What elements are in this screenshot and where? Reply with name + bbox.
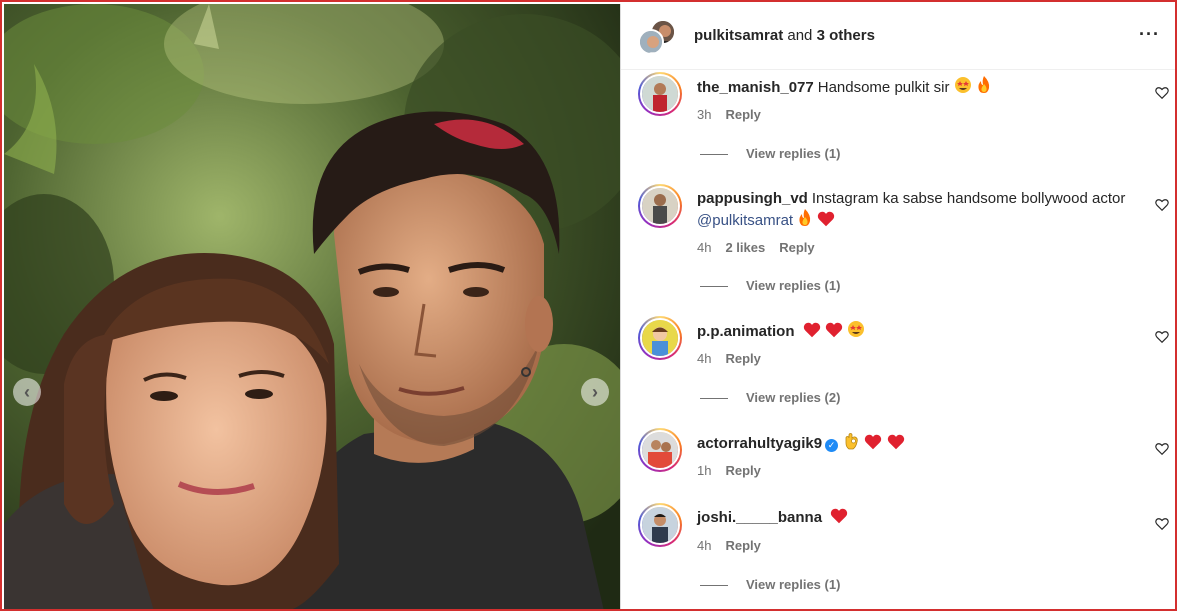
chevron-right-icon: › (592, 381, 598, 402)
comment-body: pappusingh_vd Instagram ka sabse handsome… (697, 188, 1142, 233)
fire-emoji (976, 76, 992, 100)
comments-panel: pulkitsamrat and 3 others ··· the_manish… (620, 4, 1175, 609)
comment-body: p.p.animation (697, 320, 1142, 344)
red-heart-emoji (830, 508, 848, 530)
view-replies-button[interactable]: View replies (1) (700, 146, 840, 161)
avatar (638, 29, 664, 55)
like-heart-icon[interactable] (1155, 442, 1169, 456)
comment-meta: 3h Reply (697, 107, 775, 122)
fire-emoji (797, 209, 813, 233)
comment-meta: 4h Reply (697, 538, 775, 553)
previous-photo-button[interactable]: ‹ (13, 378, 41, 406)
comment-time: 3h (697, 107, 712, 122)
avatar[interactable] (638, 184, 682, 228)
next-photo-button[interactable]: › (581, 378, 609, 406)
author-username[interactable]: pulkitsamrat (694, 27, 783, 44)
avatar[interactable] (638, 316, 682, 360)
chevron-left-icon: ‹ (24, 381, 30, 402)
divider-line (700, 585, 728, 587)
avatar[interactable] (638, 428, 682, 472)
red-heart-emoji (817, 211, 835, 233)
post-header: pulkitsamrat and 3 others ··· (621, 4, 1175, 70)
view-replies-label: View replies (2) (746, 390, 841, 405)
red-heart-emoji (864, 434, 882, 456)
comment-time: 4h (697, 240, 712, 255)
like-heart-icon[interactable] (1155, 86, 1169, 100)
like-heart-icon[interactable] (1155, 330, 1169, 344)
reply-button[interactable]: Reply (725, 538, 760, 553)
collab-avatars[interactable] (638, 19, 678, 57)
like-heart-icon[interactable] (1155, 198, 1169, 212)
view-replies-label: View replies (1) (746, 146, 841, 161)
red-heart-emoji (825, 322, 843, 344)
star-struck-emoji (847, 320, 865, 344)
red-heart-emoji (887, 434, 905, 456)
author-connector: and (787, 27, 813, 44)
reply-button[interactable]: Reply (725, 107, 760, 122)
author-others[interactable]: 3 others (817, 27, 875, 44)
verified-badge-icon: ✓ (825, 439, 839, 452)
likes-count[interactable]: 2 likes (725, 240, 765, 255)
more-options-icon[interactable]: ··· (1139, 24, 1160, 45)
post-photo[interactable]: ‹ › (4, 4, 620, 609)
view-replies-button[interactable]: View replies (1) (700, 577, 840, 592)
comment-username[interactable]: joshi._____banna (697, 509, 822, 526)
comment-meta: 4h Reply (697, 351, 775, 366)
instagram-post-window: ‹ › pulkitsamrat and 3 others ··· the_ma… (0, 0, 1177, 611)
ok-hand-emoji (844, 432, 860, 456)
post-author-line: pulkitsamrat and 3 others (694, 27, 875, 44)
red-heart-emoji (803, 322, 821, 344)
divider-line (700, 286, 728, 288)
comment-body: actorrahultyagik9 ✓ (697, 432, 1142, 456)
comment-time: 4h (697, 538, 712, 553)
mention-link[interactable]: @pulkitsamrat (697, 212, 793, 229)
view-replies-button[interactable]: View replies (1) (700, 278, 840, 293)
view-replies-button[interactable]: View replies (2) (700, 390, 840, 405)
star-struck-emoji (954, 76, 972, 100)
view-replies-label: View replies (1) (746, 278, 841, 293)
comment-text: Instagram ka sabse handsome bollywood ac… (811, 190, 1126, 207)
comment-body: the_manish_077 Handsome pulkit sir (697, 76, 1142, 100)
like-heart-icon[interactable] (1155, 517, 1169, 531)
view-replies-label: View replies (1) (746, 577, 841, 592)
comment-meta: 4h 2 likes Reply (697, 240, 829, 255)
comment-meta: 1h Reply (697, 463, 775, 478)
comment-username[interactable]: p.p.animation (697, 323, 795, 340)
avatar[interactable] (638, 72, 682, 116)
comment-text: Handsome pulkit sir (817, 79, 950, 96)
comment-username[interactable]: actorrahultyagik9 (697, 435, 822, 452)
comment-body: joshi._____banna (697, 507, 1142, 530)
comment-time: 4h (697, 351, 712, 366)
comment-username[interactable]: pappusingh_vd (697, 190, 808, 207)
reply-button[interactable]: Reply (725, 351, 760, 366)
comment-time: 1h (697, 463, 712, 478)
reply-button[interactable]: Reply (725, 463, 760, 478)
divider-line (700, 154, 728, 156)
reply-button[interactable]: Reply (779, 240, 814, 255)
selfie-image (4, 4, 620, 609)
comment-username[interactable]: the_manish_077 (697, 79, 814, 96)
divider-line (700, 398, 728, 400)
avatar[interactable] (638, 503, 682, 547)
